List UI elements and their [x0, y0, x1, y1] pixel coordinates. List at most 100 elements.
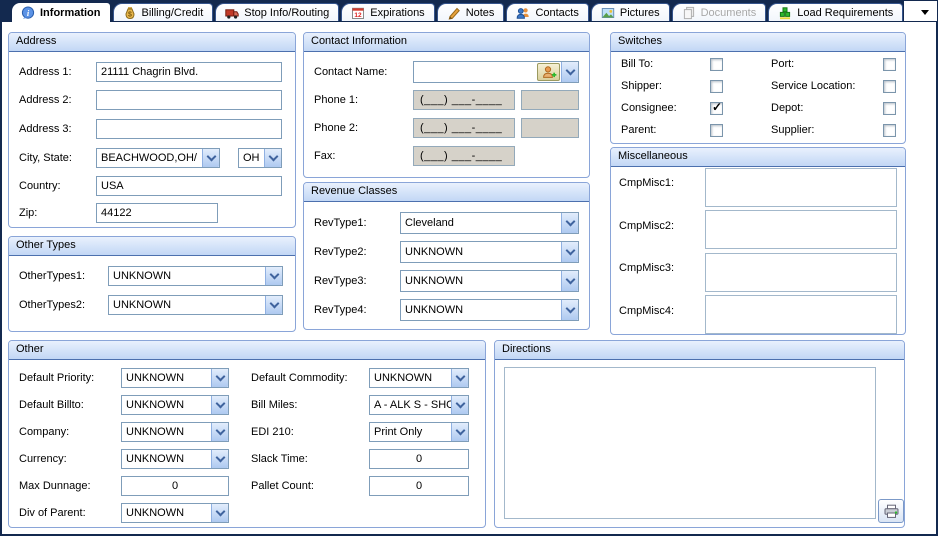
tab-label: Load Requirements — [797, 7, 893, 19]
chevron-down-icon[interactable] — [264, 149, 281, 167]
depot-label: Depot: — [771, 101, 803, 115]
revtype4-select[interactable]: UNKNOWN — [400, 299, 579, 321]
chevron-down-icon[interactable] — [561, 300, 578, 320]
tab-information[interactable]: i Information — [11, 2, 111, 22]
documents-icon — [682, 6, 696, 20]
address1-input[interactable] — [96, 62, 282, 82]
tab-documents[interactable]: Documents — [672, 3, 767, 21]
add-contact-icon — [541, 65, 557, 79]
phone2-ext-input[interactable] — [521, 118, 579, 138]
div-of-parent-select[interactable]: UNKNOWN — [121, 503, 229, 523]
tab-stop-info-routing[interactable]: Stop Info/Routing — [215, 3, 339, 21]
chevron-down-icon[interactable] — [561, 213, 578, 233]
cmpmisc2-input[interactable] — [705, 210, 897, 249]
pallet-count-input[interactable] — [369, 476, 469, 496]
tab-contacts[interactable]: Contacts — [506, 3, 588, 21]
bill-miles-select[interactable]: A - ALK S - SHO — [369, 395, 469, 415]
directions-textarea[interactable] — [504, 367, 876, 519]
cmpmisc3-input[interactable] — [705, 253, 897, 292]
tab-overflow-button[interactable] — [918, 6, 932, 18]
zip-input[interactable] — [96, 203, 218, 223]
port-label: Port: — [771, 57, 794, 71]
address-group: Address Address 1: Address 2: Address 3:… — [8, 32, 296, 228]
revtype1-select[interactable]: Cleveland — [400, 212, 579, 234]
billto-label: Bill To: — [621, 57, 653, 71]
address3-input[interactable] — [96, 119, 282, 139]
chevron-down-icon[interactable] — [211, 369, 228, 387]
consignee-checkbox[interactable] — [710, 102, 723, 115]
fax-input[interactable]: (___) ___-____ — [413, 146, 515, 166]
port-checkbox[interactable] — [883, 58, 896, 71]
cmpmisc1-input[interactable] — [705, 168, 897, 207]
currency-select[interactable]: UNKNOWN — [121, 449, 229, 469]
chevron-down-icon[interactable] — [211, 396, 228, 414]
default-billto-select[interactable]: UNKNOWN — [121, 395, 229, 415]
tab-label: Information — [40, 7, 101, 19]
phone1-input[interactable]: (___) ___-____ — [413, 90, 515, 110]
consignee-label: Consignee: — [621, 101, 677, 115]
tab-load-requirements[interactable]: Load Requirements — [768, 3, 903, 21]
slack-time-input[interactable] — [369, 449, 469, 469]
edi210-select[interactable]: Print Only — [369, 422, 469, 442]
chevron-down-icon[interactable] — [202, 149, 219, 167]
chevron-down-icon[interactable] — [265, 296, 282, 314]
service-location-checkbox[interactable] — [883, 80, 896, 93]
supplier-checkbox[interactable] — [883, 124, 896, 137]
revtype1-label: RevType1: — [314, 212, 367, 234]
depot-checkbox[interactable] — [883, 102, 896, 115]
chevron-down-icon[interactable] — [451, 423, 468, 441]
company-select[interactable]: UNKNOWN — [121, 422, 229, 442]
chevron-down-icon[interactable] — [561, 62, 578, 82]
chevron-down-icon[interactable] — [211, 450, 228, 468]
chevron-down-icon[interactable] — [265, 267, 282, 285]
address2-label: Address 2: — [19, 90, 72, 110]
div-of-parent-label: Div of Parent: — [19, 503, 86, 523]
phone2-label: Phone 2: — [314, 118, 358, 138]
city-state-label: City, State: — [19, 148, 72, 168]
address-group-header: Address — [9, 33, 295, 52]
pallet-count-label: Pallet Count: — [251, 476, 314, 496]
currency-label: Currency: — [19, 449, 67, 469]
default-commodity-label: Default Commodity: — [251, 368, 348, 388]
othertypes2-select[interactable]: UNKNOWN — [108, 295, 283, 315]
tab-expirations[interactable]: 12 Expirations — [341, 3, 434, 21]
directions-group-header: Directions — [495, 341, 904, 360]
revtype3-select[interactable]: UNKNOWN — [400, 270, 579, 292]
chevron-down-icon[interactable] — [561, 242, 578, 262]
edi210-value: Print Only — [370, 423, 451, 441]
default-billto-value: UNKNOWN — [122, 396, 211, 414]
phone2-input[interactable]: (___) ___-____ — [413, 118, 515, 138]
tab-billing-credit[interactable]: $ Billing/Credit — [113, 3, 214, 21]
tab-pictures[interactable]: Pictures — [591, 3, 670, 21]
tab-notes[interactable]: Notes — [437, 3, 505, 21]
othertypes2-label: OtherTypes2: — [19, 295, 85, 315]
chevron-down-icon[interactable] — [451, 369, 468, 387]
phone1-ext-input[interactable] — [521, 90, 579, 110]
shipper-checkbox[interactable] — [710, 80, 723, 93]
print-directions-button[interactable] — [878, 499, 904, 523]
other-types-group-header: Other Types — [9, 237, 295, 256]
othertypes1-select[interactable]: UNKNOWN — [108, 266, 283, 286]
address3-label: Address 3: — [19, 119, 72, 139]
max-dunnage-input[interactable] — [121, 476, 229, 496]
tab-label: Documents — [701, 7, 757, 19]
chevron-down-icon[interactable] — [211, 504, 228, 522]
default-commodity-select[interactable]: UNKNOWN — [369, 368, 469, 388]
country-input[interactable] — [96, 176, 282, 196]
chevron-down-icon[interactable] — [561, 271, 578, 291]
city-select[interactable]: BEACHWOOD,OH/ — [96, 148, 220, 168]
miscellaneous-group: Miscellaneous CmpMisc1: CmpMisc2: CmpMis… — [610, 147, 906, 335]
parent-checkbox[interactable] — [710, 124, 723, 137]
other-group: Other Default Priority: UNKNOWN Default … — [8, 340, 486, 528]
billto-checkbox[interactable] — [710, 58, 723, 71]
default-priority-select[interactable]: UNKNOWN — [121, 368, 229, 388]
contact-name-combo[interactable] — [413, 61, 579, 83]
chevron-down-icon[interactable] — [211, 423, 228, 441]
chevron-down-icon[interactable] — [451, 396, 468, 414]
cmpmisc4-input[interactable] — [705, 295, 897, 334]
revtype2-select[interactable]: UNKNOWN — [400, 241, 579, 263]
add-contact-button[interactable] — [537, 63, 560, 81]
address2-input[interactable] — [96, 90, 282, 110]
blocks-icon — [778, 6, 792, 20]
state-select[interactable]: OH — [238, 148, 282, 168]
